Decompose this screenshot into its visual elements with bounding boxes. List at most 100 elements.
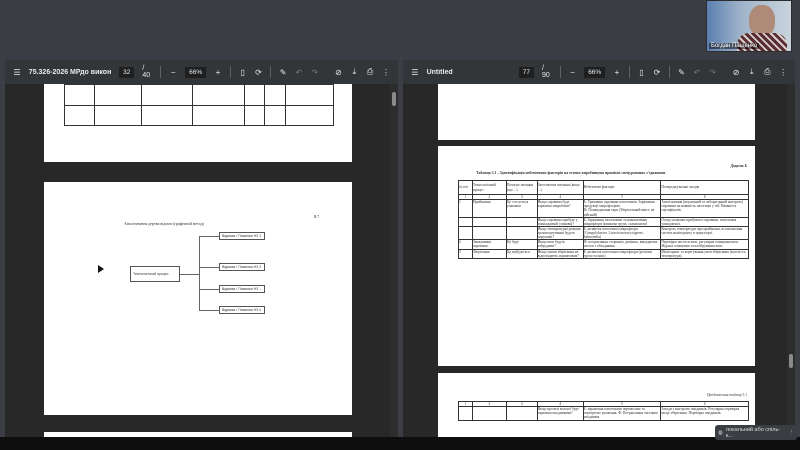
connector: [199, 236, 200, 310]
fit-page-icon[interactable]: ▯: [239, 68, 247, 77]
zoom-in-button[interactable]: +: [613, 68, 621, 77]
pdf-page: В.7. Аналізування дерева відмов (графічн…: [44, 182, 352, 415]
divider: [628, 66, 630, 78]
undo-icon[interactable]: ↶: [295, 68, 303, 77]
scrollbar-thumb[interactable]: [392, 92, 396, 106]
hazard-table-continued: 1 2 3 4 5 6 Якщо пролиті вологої буде за…: [458, 400, 749, 421]
table-cell: Б: Уражання сировини патогенами. Заражен…: [582, 199, 662, 218]
menu-icon[interactable]: ☰: [13, 68, 21, 77]
annotate-icon[interactable]: ✎: [279, 68, 287, 77]
header-cell: Небезпечні фактори: [582, 180, 662, 195]
more-options-icon[interactable]: ⋮: [789, 430, 795, 436]
table-title: Таблиця 3.1 – Ідентифікація небезпечних …: [476, 171, 666, 175]
notification[interactable]: ◍ локальний або спіль-к... ⋮: [715, 425, 797, 440]
redo-icon[interactable]: ↷: [311, 68, 319, 77]
page-total: / 90: [541, 65, 550, 79]
save-annotations-icon[interactable]: ⊘: [732, 68, 740, 77]
table-row: Якщо температурні режими транспортування…: [458, 225, 749, 241]
page-number-input[interactable]: 77: [518, 66, 534, 78]
desktop-background: [0, 0, 800, 58]
connector: [199, 267, 219, 268]
scrollbar[interactable]: [390, 84, 398, 437]
connector: [199, 289, 219, 290]
redo-icon[interactable]: ↷: [709, 68, 717, 77]
mouse-cursor-icon: [98, 265, 104, 273]
zoom-input[interactable]: 66%: [185, 66, 207, 78]
diagram-branch-node: Відмова / Помилка НЗ 1: [219, 232, 265, 240]
table-cell: Це відбудеться: [505, 248, 538, 259]
table-cell: [505, 225, 538, 241]
zoom-out-button[interactable]: −: [569, 68, 577, 77]
undo-icon[interactable]: ↶: [693, 68, 701, 77]
table-row: 1 Приймання Це стосується упаковки Якщо сир…: [458, 199, 749, 218]
table-row: Якщо сировина прибуде у пошкодженій упак…: [458, 216, 749, 227]
table-cell: Б: Зараження патогенами та накопичення м…: [582, 216, 662, 227]
print-icon[interactable]: ⎙: [366, 67, 374, 77]
header-cell: № п/п: [458, 180, 473, 195]
table-cell: Якщо ваги будуть забруднені?: [536, 239, 584, 250]
rotate-icon[interactable]: ⟳: [255, 68, 263, 77]
table-cell: Якщо температурні режими транспортування…: [536, 225, 584, 241]
pdf-page: Продовження таблиці 3.1 1 2 3 4 5 6 Якщо…: [438, 373, 755, 437]
table-cell: Заходи з контролю шкідників. Регулярна п…: [660, 406, 749, 421]
table-cell: Ф: потрапляння сторонніх домішок, випадк…: [582, 239, 662, 250]
document-title: Untitled: [426, 68, 453, 76]
connector: [199, 236, 219, 237]
zoom-out-button[interactable]: −: [169, 68, 177, 77]
table-cell: Аналізування (візуальний та лабораторний…: [660, 199, 749, 218]
table-cell: Моніторинг та корегування умов зберіганн…: [660, 248, 749, 259]
zoom-input[interactable]: 66%: [584, 66, 606, 78]
save-annotations-icon[interactable]: ⊘: [335, 68, 343, 77]
table-cell: Зважування сировини: [471, 239, 507, 250]
continuation-label: Продовження таблиці 3.1: [706, 393, 747, 397]
table-cell: Якщо сировина прибуде у пошкодженій упак…: [536, 216, 584, 227]
connector: [199, 310, 219, 311]
more-options-icon[interactable]: ⋮: [779, 68, 787, 77]
table-cell: Якщо пролиті вологої буде заражена шкідн…: [536, 406, 584, 421]
table-cell: Це стосується упаковки: [505, 199, 538, 218]
table-cell: [458, 406, 473, 421]
divider: [270, 66, 272, 78]
table-cell: Зберігання: [471, 248, 507, 259]
divider: [668, 66, 670, 78]
page-total: / 40: [142, 65, 151, 79]
diagram-branch-node: Відмова / Помилка НЗ n: [219, 306, 265, 314]
download-icon[interactable]: ⤓: [748, 67, 756, 77]
table-cell: [458, 225, 473, 241]
fit-page-icon[interactable]: ▯: [638, 68, 646, 77]
video-call-tile[interactable]: Богдан Пащенко: [706, 0, 792, 52]
table-row: Якщо пролиті вологої буде заражена шкідн…: [458, 406, 749, 421]
zoom-in-button[interactable]: +: [214, 68, 222, 77]
pdf-page: [44, 84, 352, 162]
print-icon[interactable]: ⎙: [764, 67, 772, 77]
header-cell: Заготовлене питання (якщо ...): [536, 180, 584, 195]
table-cell: Якщо умови зберігання не відповідають но…: [536, 248, 584, 259]
more-options-icon[interactable]: ⋮: [382, 68, 390, 77]
table-fragment: [64, 84, 334, 126]
divider: [160, 66, 162, 78]
header-cell: Почасне питання (що ...): [505, 180, 538, 195]
table-row: 2 Зважування сировини Це буде Якщо ваги буд…: [458, 239, 749, 250]
hazard-table: № п/п Технологічний процес Почасне питан…: [458, 180, 749, 259]
menu-icon[interactable]: ☰: [411, 68, 419, 77]
table-cell: Це буде: [505, 239, 538, 250]
appendix-label: Додаток Б: [730, 164, 747, 168]
table-cell: [471, 406, 507, 421]
page-number-input[interactable]: 32: [119, 66, 135, 78]
rotate-icon[interactable]: ⟳: [653, 68, 661, 77]
diagram-branch-node: Відмова / Помилка НЗ ...: [219, 285, 265, 293]
annotate-icon[interactable]: ✎: [678, 68, 686, 77]
divider: [559, 66, 561, 78]
table-row: 3 Зберігання Це відбудеться Якщо умови збер…: [458, 248, 749, 259]
pdf-page: [438, 84, 755, 140]
table-cell: Огляд упаковки прибувшої сировини, вилуч…: [660, 216, 749, 227]
diagram-root-node: Технологічний процес: [130, 266, 180, 282]
table-cell: 1: [458, 199, 473, 218]
table-cell: [471, 216, 507, 227]
participant-name: Богдан Пащенко: [709, 43, 760, 49]
scrollbar-thumb[interactable]: [789, 354, 793, 368]
notification-text: локальний або спіль-к...: [725, 426, 781, 439]
table-cell: Приймання: [471, 199, 507, 218]
scrollbar[interactable]: [787, 84, 795, 437]
download-icon[interactable]: ⤓: [350, 67, 358, 77]
